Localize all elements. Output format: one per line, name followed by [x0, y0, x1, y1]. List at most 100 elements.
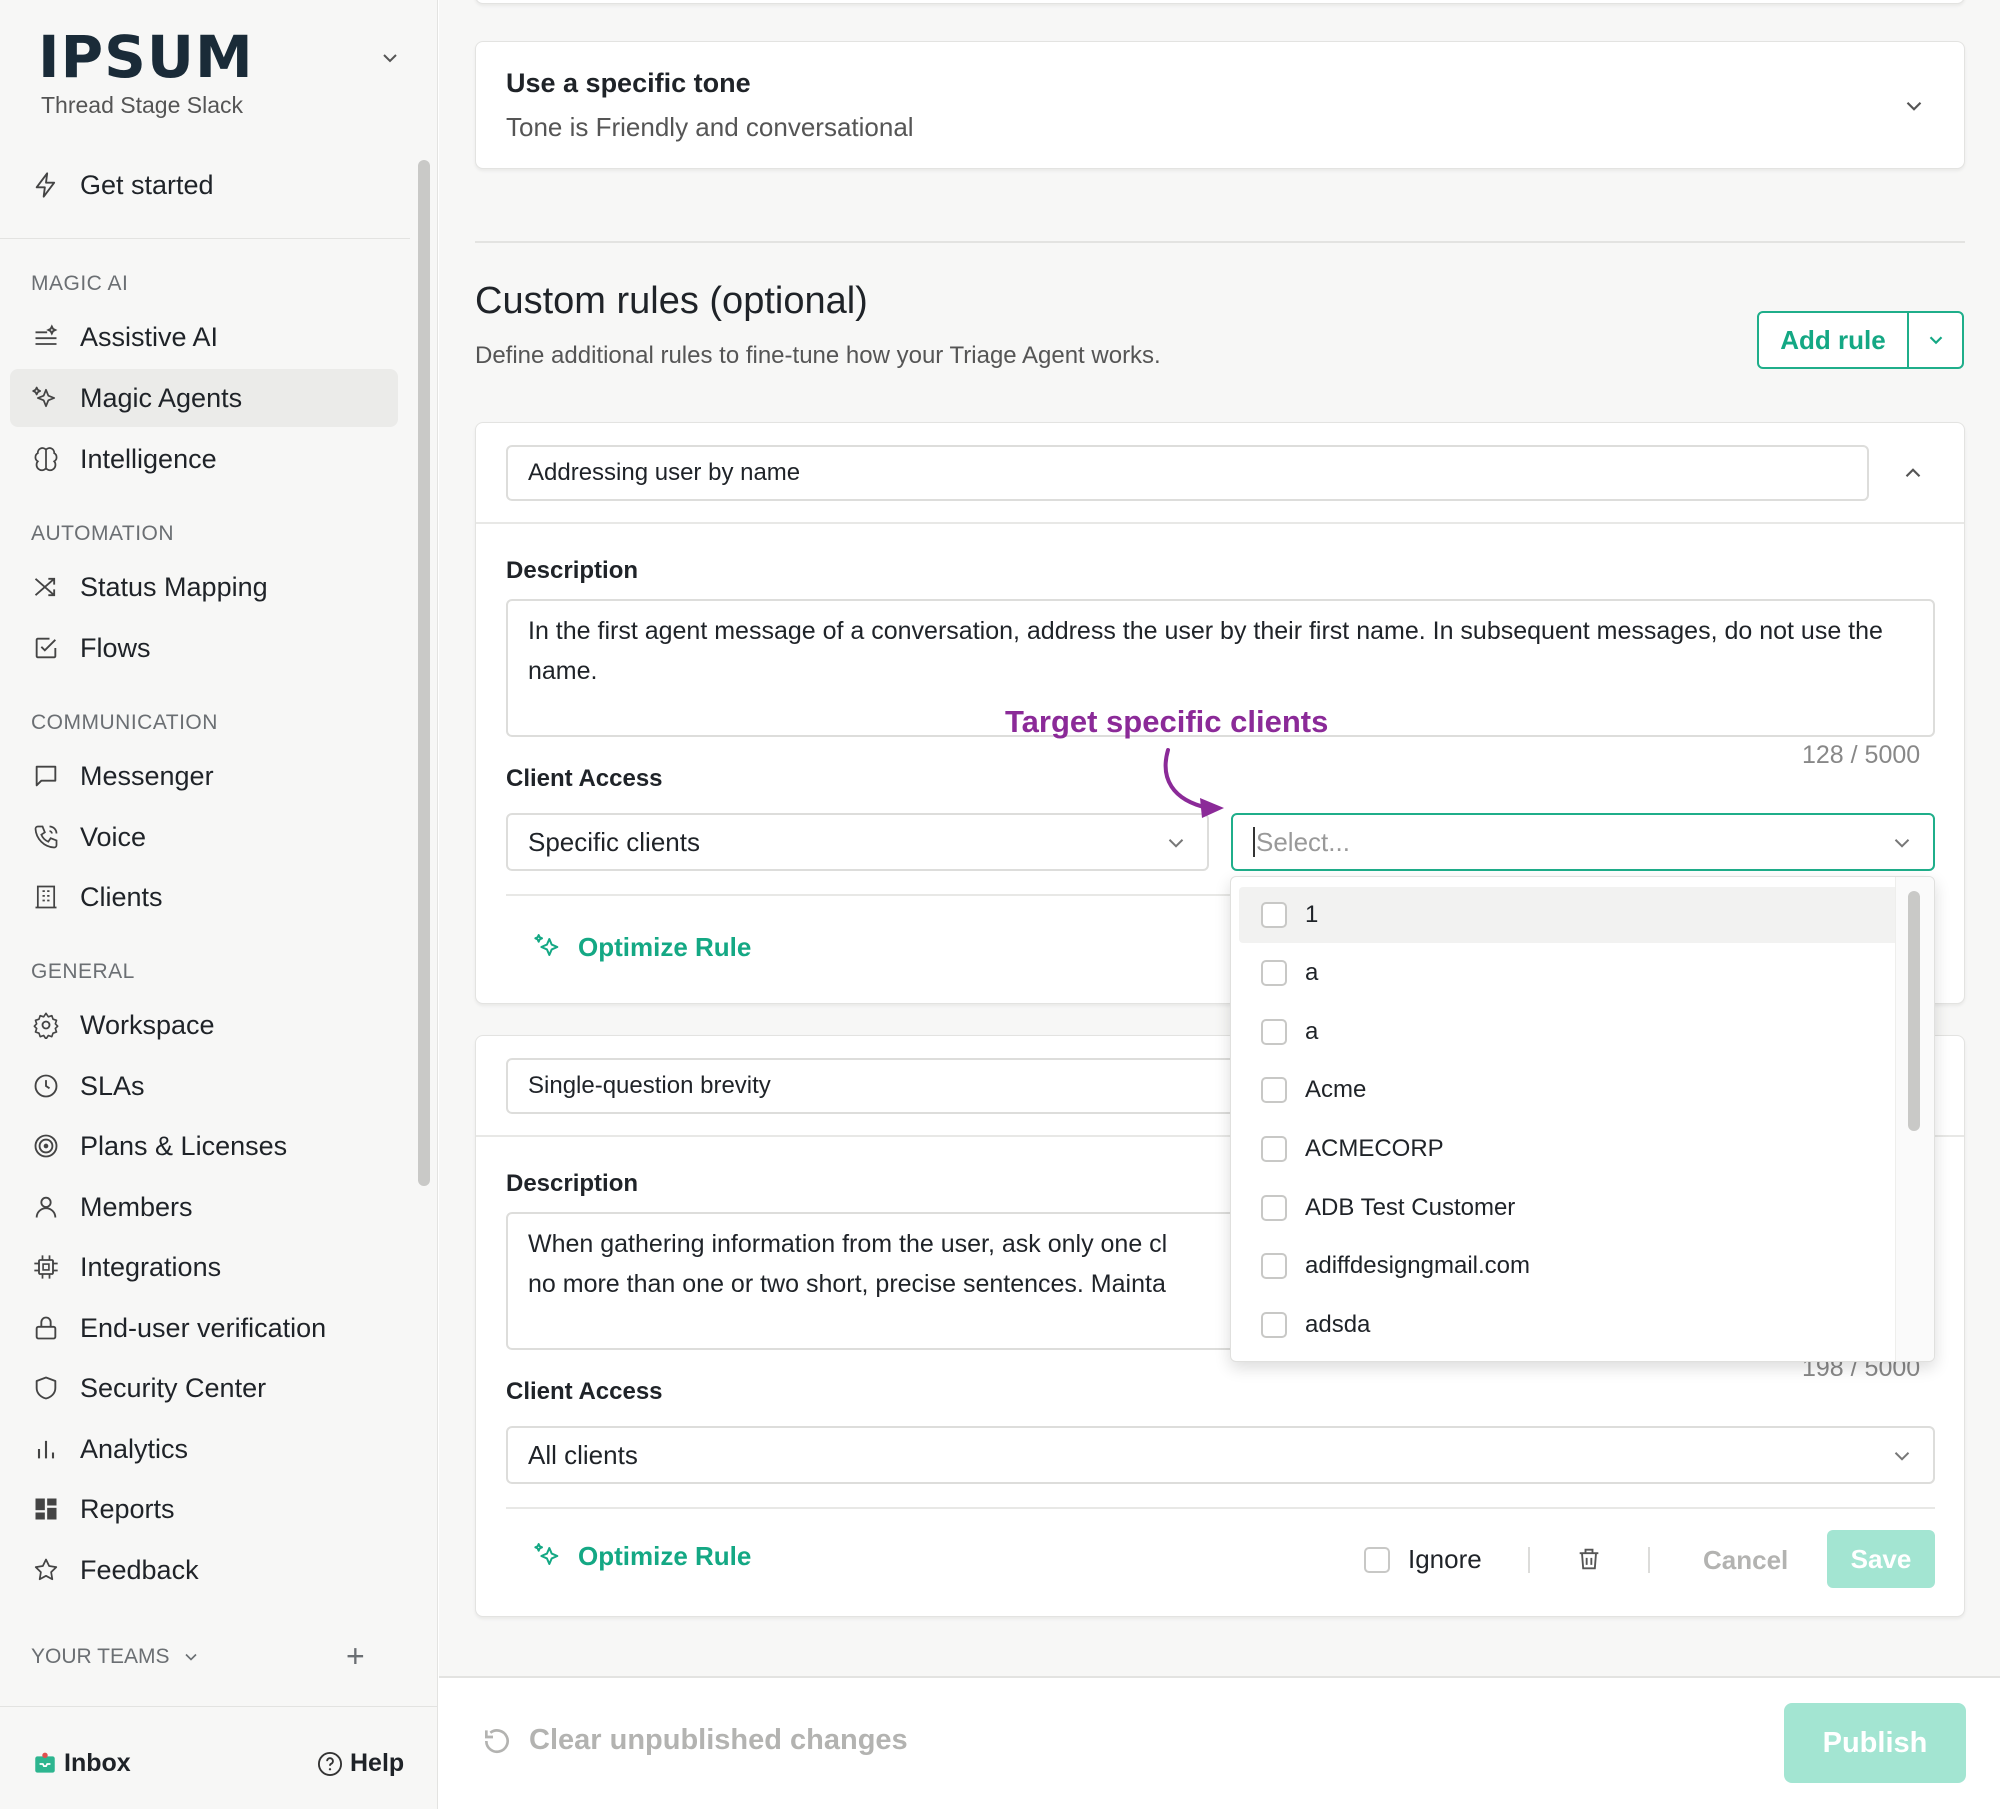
client-access-value: Specific clients [528, 826, 700, 857]
trash-icon[interactable] [1575, 1545, 1603, 1573]
optimize-rule-button[interactable]: Optimize Rule [532, 1540, 751, 1572]
dropdown-option[interactable]: adiffdesigngmail.com [1239, 1238, 1899, 1294]
chevron-down-icon[interactable] [1901, 93, 1927, 119]
workspace-name: Thread Stage Slack [41, 92, 244, 118]
dropdown-option[interactable]: adsda [1239, 1297, 1899, 1353]
brain-icon [34, 447, 58, 472]
sidebar-item-reports[interactable]: Reports [10, 1480, 398, 1538]
publish-button[interactable]: Publish [1784, 1703, 1966, 1783]
your-teams-toggle[interactable]: YOUR TEAMS [31, 1645, 371, 1669]
sidebar-item-flows[interactable]: Flows [10, 619, 398, 677]
option-checkbox[interactable] [1261, 1253, 1287, 1279]
ignore-label: Ignore [1408, 1544, 1482, 1574]
dropdown-scrollbar[interactable] [1908, 891, 1920, 1131]
chevron-down-icon [1894, 1452, 1910, 1461]
description-label: Description [506, 1170, 639, 1197]
sidebar-item-label: Messenger [80, 760, 214, 791]
dropdown-option[interactable]: ACMECORP [1239, 1121, 1899, 1177]
building-icon [35, 885, 57, 909]
dropdown-option[interactable]: Acme [1239, 1062, 1899, 1118]
optimize-rule-label: Optimize Rule [578, 1540, 752, 1571]
phone-icon [34, 825, 58, 849]
section-label-communication: COMMUNICATION [31, 711, 218, 734]
sidebar-item-label: Feedback [80, 1554, 199, 1585]
sidebar-item-messenger[interactable]: Messenger [10, 747, 398, 805]
sidebar-item-label: Magic Agents [80, 382, 243, 413]
chevron-down-icon [1168, 839, 1184, 848]
save-button[interactable]: Save [1827, 1530, 1935, 1588]
client-options-dropdown: 1 a a Acme ACMECORP ADB Test Customer ad… [1230, 876, 1935, 1362]
option-checkbox[interactable] [1261, 902, 1287, 928]
chevron-up-icon[interactable] [1900, 460, 1926, 486]
option-label: adiffdesigngmail.com [1305, 1252, 1531, 1279]
sidebar-item-analytics[interactable]: Analytics [10, 1420, 398, 1478]
ignore-checkbox[interactable] [1364, 1546, 1390, 1573]
sidebar-item-workspace[interactable]: Workspace [10, 996, 398, 1054]
option-checkbox[interactable] [1261, 1195, 1287, 1221]
ipsum-logo: IPSUM [38, 23, 254, 91]
sliders-icon [35, 324, 58, 345]
dropdown-option[interactable]: ADB Test Customer [1239, 1180, 1899, 1236]
sidebar-item-slas[interactable]: SLAs [10, 1057, 398, 1115]
optimize-rule-button[interactable]: Optimize Rule [532, 931, 751, 963]
chat-icon [35, 765, 57, 787]
sidebar-item-members[interactable]: Members [10, 1178, 398, 1236]
dropdown-option[interactable]: a [1239, 945, 1899, 1001]
option-checkbox[interactable] [1261, 1312, 1287, 1338]
inbox-button[interactable]: Inbox [32, 1749, 131, 1778]
divider [0, 238, 410, 239]
add-team-button[interactable]: + [346, 1640, 365, 1672]
option-checkbox[interactable] [1261, 1019, 1287, 1045]
inbox-icon [35, 1752, 55, 1773]
sidebar-item-label: Flows [80, 632, 151, 663]
option-checkbox[interactable] [1261, 1136, 1287, 1162]
previous-card [475, 0, 1965, 4]
sidebar-item-voice[interactable]: Voice [10, 808, 398, 866]
clear-unpublished-button[interactable]: Clear unpublished changes [481, 1724, 908, 1757]
sidebar-item-end-user-verification[interactable]: End-user verification [10, 1299, 398, 1357]
sidebar-item-intelligence[interactable]: Intelligence [10, 430, 398, 488]
sidebar-item-status-mapping[interactable]: Status Mapping [10, 558, 398, 616]
annotation-arrow-icon [1163, 748, 1224, 818]
sidebar-item-assistive-ai[interactable]: Assistive AI [10, 308, 398, 366]
sidebar-item-label: Assistive AI [80, 321, 219, 352]
shield-icon [35, 1376, 57, 1400]
sidebar-item-plans-licenses[interactable]: Plans & Licenses [10, 1117, 398, 1175]
sidebar-item-integrations[interactable]: Integrations [10, 1238, 398, 1296]
divider [506, 1507, 1935, 1509]
sidebar-item-feedback[interactable]: Feedback [10, 1541, 398, 1599]
character-counter: 128 / 5000 [1802, 741, 1921, 769]
help-button[interactable]: Help [316, 1749, 404, 1778]
workspace-switcher[interactable]: IPSUM Thread Stage Slack [38, 28, 254, 119]
add-rule-split-button: Add rule [1757, 311, 1964, 369]
chevron-down-icon [185, 1653, 198, 1661]
add-rule-menu-button[interactable] [1909, 313, 1962, 367]
rule-name-input[interactable]: Addressing user by name [506, 445, 1869, 501]
sidebar-item-label: Members [80, 1191, 193, 1222]
sidebar-item-clients[interactable]: Clients [10, 868, 398, 926]
client-access-value: All clients [528, 1439, 638, 1470]
dropdown-option[interactable]: 1 [1239, 887, 1899, 943]
ignore-toggle[interactable]: Ignore [1364, 1544, 1482, 1575]
sidebar-scrollbar[interactable] [418, 160, 430, 1186]
sidebar-item-label: Intelligence [80, 443, 217, 474]
tone-card[interactable]: Use a specific tone Tone is Friendly and… [475, 41, 1965, 169]
cancel-button[interactable]: Cancel [1703, 1545, 1788, 1576]
custom-rules-title: Custom rules (optional) [475, 280, 868, 322]
dropdown-option[interactable]: a [1239, 1004, 1899, 1060]
option-checkbox[interactable] [1261, 1077, 1287, 1103]
sidebar-item-magic-agents[interactable]: Magic Agents [10, 369, 398, 427]
optimize-rule-label: Optimize Rule [578, 931, 752, 962]
text-cursor [1253, 827, 1255, 857]
help-icon [317, 1751, 343, 1776]
option-checkbox[interactable] [1261, 960, 1287, 986]
client-access-select[interactable]: All clients [506, 1426, 1935, 1484]
chevron-down-icon[interactable] [378, 46, 402, 70]
sidebar-item-get-started[interactable]: Get started [10, 156, 398, 214]
client-access-select[interactable]: Specific clients [506, 813, 1209, 871]
add-rule-button[interactable]: Add rule [1759, 313, 1909, 367]
sidebar-item-label: Get started [80, 169, 214, 200]
sidebar-item-security-center[interactable]: Security Center [10, 1359, 398, 1417]
client-multiselect-input[interactable]: Select... [1231, 813, 1935, 871]
tone-title: Use a specific tone [506, 68, 751, 98]
